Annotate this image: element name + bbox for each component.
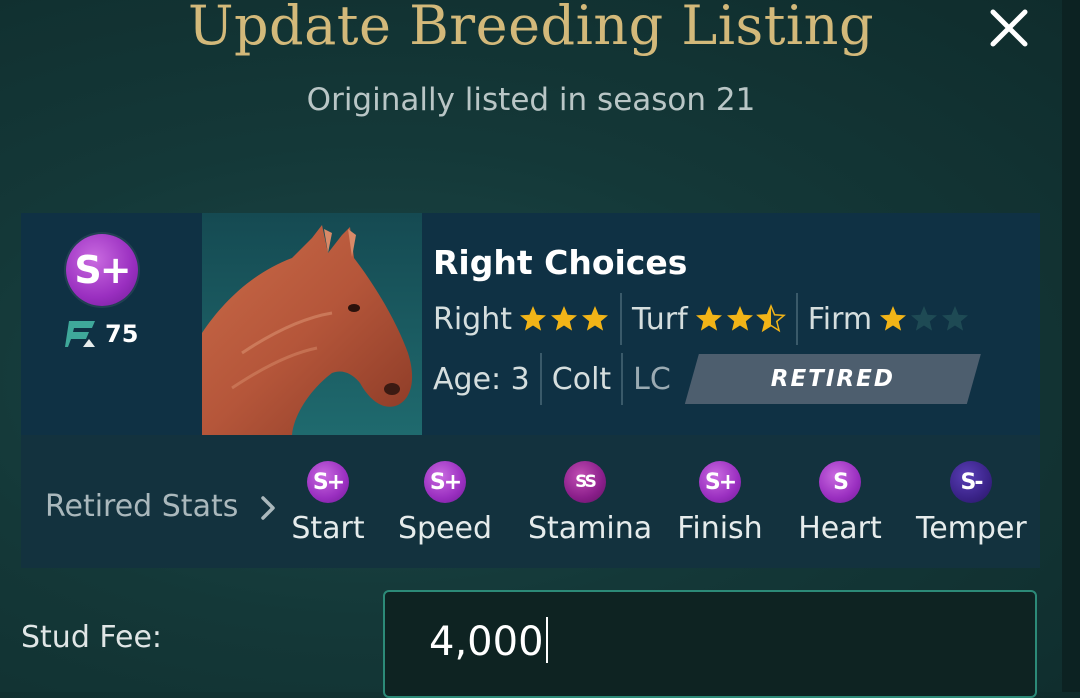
divider <box>539 353 542 405</box>
stat-temper: S- Temper <box>916 461 1027 546</box>
stat-label: Heart <box>798 511 882 546</box>
stat-label: Start <box>291 511 365 546</box>
divider <box>620 293 622 345</box>
rating: 75 <box>65 319 138 349</box>
condition-stars <box>878 304 970 334</box>
horse-image <box>202 213 422 435</box>
surface-stars <box>694 304 786 334</box>
stat-label: Stamina <box>528 511 653 546</box>
age-label: Age: 3 <box>433 361 530 397</box>
surface-label: Turf <box>632 301 688 337</box>
close-icon <box>990 9 1028 47</box>
direction-label: Right <box>433 301 512 337</box>
condition-label: Firm <box>807 301 873 337</box>
stud-fee-label: Stud Fee: <box>21 620 163 655</box>
star-rating-icon <box>880 306 969 331</box>
star-rating-icon <box>695 304 786 333</box>
rating-value: 75 <box>105 320 139 348</box>
grade-column: S+ 75 <box>21 213 202 435</box>
stat-speed: S+ Speed <box>397 461 493 546</box>
sex-label: Colt <box>551 361 612 397</box>
grade-badge: S+ <box>66 234 138 306</box>
stat-start: S+ Start <box>291 461 365 546</box>
aptitude-row: Right Turf Firm <box>433 291 970 347</box>
divider <box>621 353 624 405</box>
direction-stars <box>518 304 610 334</box>
stat-grade-badge: S+ <box>424 461 466 503</box>
stat-grade-badge: SS <box>564 461 606 503</box>
horse-card: S+ 75 Right Choices Right Turf Firm Age:… <box>21 213 1040 435</box>
stat-grade-badge: S+ <box>699 461 741 503</box>
text-cursor <box>545 617 548 663</box>
divider <box>795 293 798 345</box>
rating-logo-icon <box>65 321 95 347</box>
stud-fee-value: 4,000 <box>429 619 544 665</box>
stud-fee-input[interactable]: 4,000 <box>383 590 1037 698</box>
chevron-right-icon[interactable] <box>259 495 277 525</box>
dialog-subtitle: Originally listed in season 21 <box>306 82 756 118</box>
horse-name: Right Choices <box>433 243 688 282</box>
stat-grade-badge: S <box>819 461 861 503</box>
status-badge: RETIRED <box>685 354 981 404</box>
star-rating-icon <box>520 306 608 331</box>
scrollbar-track <box>1062 0 1080 692</box>
stat-label: Speed <box>397 511 493 546</box>
stat-grade-badge: S- <box>950 461 992 503</box>
retired-stats-panel: Retired Stats S+ Start S+ Speed SS Stami… <box>21 435 1040 568</box>
stat-finish: S+ Finish <box>677 461 763 546</box>
region-label: LC <box>633 361 671 397</box>
stat-label: Finish <box>677 511 763 546</box>
stat-stamina: SS Stamina <box>528 461 653 546</box>
stat-label: Temper <box>916 511 1027 546</box>
stat-heart: S Heart <box>798 461 882 546</box>
dialog-title: Update Breeding Listing <box>187 0 875 57</box>
details-row: Age: 3 Colt LC RETIRED <box>433 353 981 405</box>
retired-stats-link[interactable]: Retired Stats <box>45 489 238 524</box>
stat-grade-badge: S+ <box>307 461 349 503</box>
close-button[interactable] <box>985 4 1033 52</box>
